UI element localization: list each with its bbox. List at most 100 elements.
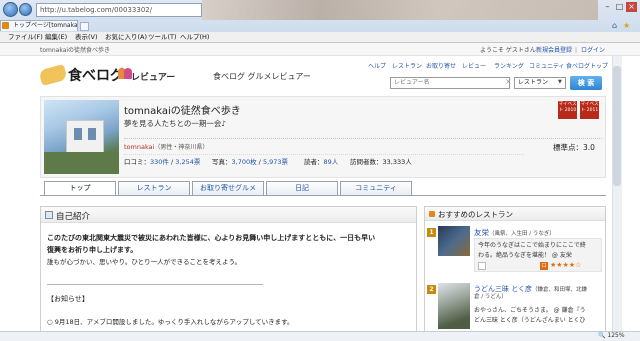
reviews-votes[interactable]: 3,254票 bbox=[175, 158, 200, 166]
search-button-label: 検 索 bbox=[577, 79, 595, 87]
site-tagline: tomnakaiの徒然食べ歩き bbox=[40, 47, 111, 54]
readers-label: 読者： bbox=[304, 158, 324, 166]
standard-label: 標準点： bbox=[553, 143, 583, 152]
intro-line-3: 誰もが心づかい、思いやり。ひとり一人ができることを考えよう。 bbox=[47, 258, 242, 266]
address-bar[interactable]: http://u.tabelog.com/00033302/ bbox=[36, 3, 202, 17]
photos-label: 写真： bbox=[212, 158, 232, 166]
photos-votes[interactable]: 5,973票 bbox=[263, 158, 288, 166]
site-subtitle: 食べログ グルメレビュアー bbox=[213, 72, 311, 81]
profile-title: tomnakaiの徒然食べ歩き bbox=[124, 106, 241, 117]
register-link[interactable]: 新規会員登録 bbox=[536, 46, 572, 55]
intro-panel-header bbox=[41, 207, 416, 223]
rank-2-badge: 2 bbox=[427, 285, 436, 294]
menu-file[interactable]: ファイル(F) bbox=[8, 33, 43, 42]
intro-heading: 自己紹介 bbox=[56, 212, 91, 222]
tabelog-top-link[interactable]: 食べログトップ bbox=[566, 62, 608, 71]
notice-item[interactable]: ○ 9月18日、アメブロ開設しました。ゆっくり手入れしながらアップしていきます。 bbox=[47, 317, 293, 327]
tabelog-logo-icon bbox=[38, 63, 68, 87]
tab-top[interactable]: トップ bbox=[44, 181, 116, 196]
reviewer-search-input[interactable]: レビュアー名 bbox=[390, 77, 510, 89]
otoriyose-link[interactable]: お取り寄せ bbox=[426, 62, 456, 71]
zoom-value: 125% bbox=[607, 332, 625, 339]
search-button[interactable]: 検 索 bbox=[570, 76, 602, 90]
notice-heading: 【お知らせ】 bbox=[47, 295, 89, 303]
close-icon[interactable]: × bbox=[626, 2, 637, 12]
home-icon[interactable]: ⌂ bbox=[612, 21, 617, 30]
community-link[interactable]: コミュニティ bbox=[529, 62, 565, 71]
rating-icon: 口 bbox=[540, 262, 548, 270]
tab-community[interactable]: コミュニティ bbox=[340, 181, 412, 195]
new-tab-button[interactable] bbox=[80, 22, 89, 31]
restaurant-1-name[interactable]: 友栄 bbox=[474, 228, 489, 237]
standard-value: 3.0 bbox=[583, 143, 595, 152]
forward-icon[interactable] bbox=[19, 3, 32, 16]
restaurant-2-thumb[interactable] bbox=[438, 283, 470, 329]
profile-photo bbox=[44, 100, 119, 174]
rank-1-badge: 1 bbox=[427, 228, 436, 237]
welcome-text: ようこそ ゲストさん bbox=[480, 47, 536, 54]
menu-view[interactable]: 表示(V) bbox=[75, 33, 98, 42]
intro-divider: ―――――――――――――――――――――――――――――――――――― bbox=[47, 281, 263, 288]
menu-favorites[interactable]: お気に入り(A) bbox=[105, 33, 147, 42]
reviews-count[interactable]: 330件 bbox=[150, 158, 169, 166]
restaurant-1-icon bbox=[478, 262, 486, 270]
zoom-level[interactable]: 🔍 125% bbox=[598, 332, 625, 339]
standard-score: 標準点：3.0 bbox=[553, 142, 595, 153]
intro-line-1: このたびの東北関東大震災で被災にあわれた皆様に、心よりお見舞い申し上げますととも… bbox=[47, 234, 376, 242]
restaurant-2-comment-1: おやっさん、ごちそうさま。 @ 鎌倉『う bbox=[474, 307, 586, 314]
recommend-heading: おすすめのレストラン bbox=[438, 210, 513, 219]
profile-catchphrase: 夢を見る人たちとの一期一会♪ bbox=[124, 119, 227, 128]
profile-card-icon bbox=[45, 211, 53, 219]
back-icon[interactable] bbox=[3, 2, 18, 17]
visitors-stat: 訪問者数：33,333人 bbox=[350, 158, 412, 167]
square-icon bbox=[429, 211, 435, 217]
minimize-icon[interactable]: – bbox=[602, 2, 613, 12]
visitors-label: 訪問者数： bbox=[350, 158, 383, 166]
help-link[interactable]: ヘルプ bbox=[368, 62, 386, 71]
restaurant-link[interactable]: レストラン bbox=[392, 62, 422, 71]
readers-stat: 読者：89人 bbox=[304, 158, 338, 167]
reviews-label: 口コミ： bbox=[124, 158, 150, 166]
restaurant-2-info-2: 倉 / うどん） bbox=[474, 294, 507, 300]
ranking-link[interactable]: ランキング bbox=[494, 62, 524, 71]
mybest-2011-badge[interactable]: マイベスト 2011 bbox=[580, 101, 599, 119]
restaurant-1-thumb[interactable] bbox=[438, 226, 470, 256]
visitors-count: 33,333人 bbox=[382, 158, 412, 166]
menu-bar: ファイル(F) 編集(E) 表示(V) お気に入り(A) ツール(T) ヘルプ(… bbox=[0, 32, 640, 43]
restaurant-1-comment-2: わる。絶品うなぎを堪能！ @ 友栄 bbox=[478, 252, 572, 259]
clear-icon[interactable]: × bbox=[505, 77, 512, 86]
profile-user-info: （男性・神奈川県） bbox=[154, 144, 209, 151]
tab-divider bbox=[40, 195, 606, 196]
menu-edit[interactable]: 編集(E) bbox=[45, 33, 67, 42]
photos-count[interactable]: 3,700枚 bbox=[232, 158, 257, 166]
login-link[interactable]: ログイン bbox=[581, 46, 605, 55]
restaurant-2-info: （鎌倉、和田塚、北鎌 bbox=[532, 287, 588, 293]
review-link[interactable]: レビュー bbox=[462, 62, 486, 71]
readers-count[interactable]: 89人 bbox=[324, 158, 339, 166]
restaurant-2-comment-2: どん三昧 とく彦（うどんざんまい とくひ bbox=[474, 317, 586, 324]
favicon-icon bbox=[2, 22, 9, 29]
tab-restaurant[interactable]: レストラン bbox=[118, 181, 190, 195]
restaurant-1-info: （風祭、入生田 / うなぎ） bbox=[489, 231, 555, 237]
restaurant-1-stars: ★★★★☆ bbox=[550, 261, 582, 269]
restaurant-1: 友栄（風祭、入生田 / うなぎ） bbox=[474, 227, 555, 238]
profile-user-link[interactable]: tomnakai bbox=[124, 143, 154, 151]
tab-diary[interactable]: 日記 bbox=[266, 181, 338, 195]
profile-user: tomnakai（男性・神奈川県） bbox=[124, 143, 208, 152]
status-bar bbox=[0, 331, 640, 341]
mybest-2010-badge[interactable]: マイベスト 2010 bbox=[558, 101, 577, 119]
maximize-icon[interactable]: □ bbox=[614, 2, 625, 12]
browser-toolbar-area bbox=[202, 0, 598, 20]
menu-tools[interactable]: ツール(T) bbox=[148, 33, 177, 42]
chevron-down-icon: ▼ bbox=[558, 79, 562, 85]
restaurant-2-name[interactable]: うどん三昧 とく彦 bbox=[474, 285, 532, 293]
favorites-star-icon[interactable]: ★ bbox=[623, 21, 630, 30]
tab-otoriyose[interactable]: お取り寄せグルメ bbox=[192, 181, 264, 195]
photos-stat: 写真：3,700枚 / 5,973票 bbox=[212, 158, 289, 166]
tabelog-logo[interactable]: 食べログ bbox=[68, 65, 124, 85]
intro-line-2: 復興をお祈り申し上げます。 bbox=[47, 246, 138, 254]
scrollbar-thumb[interactable] bbox=[613, 66, 621, 186]
browser-tab[interactable]: トップページ[tomnakai... bbox=[0, 20, 78, 31]
menu-help[interactable]: ヘルプ(H) bbox=[180, 33, 209, 42]
reviewer-logo-text: レビュアー bbox=[131, 73, 176, 83]
